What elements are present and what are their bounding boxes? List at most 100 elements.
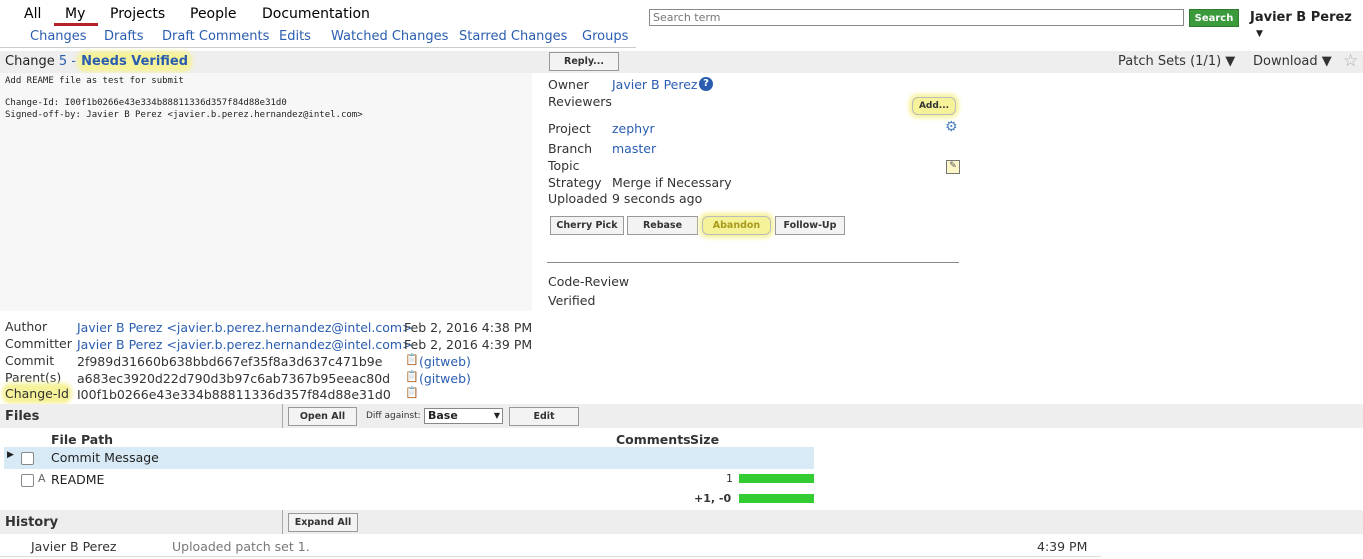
file-size: 1: [726, 472, 733, 485]
project-link[interactable]: zephyr: [612, 121, 655, 136]
triangle-right-icon: ▶: [7, 450, 14, 460]
diff-against-select[interactable]: Base ▼: [424, 408, 503, 424]
committer-date: Feb 2, 2016 4:39 PM: [404, 337, 533, 352]
strategy-label: Strategy: [548, 175, 602, 190]
subnav-draft-comments[interactable]: Draft Comments: [162, 29, 269, 44]
committer-link[interactable]: Javier B Perez <javier.b.perez.hernandez…: [77, 337, 413, 352]
triangle-down-icon: ▼: [1256, 29, 1263, 39]
file-path[interactable]: README: [51, 472, 104, 487]
total-size-bar: [739, 494, 814, 503]
history-time: 4:39 PM: [1037, 539, 1088, 554]
select-arrow-icon: ▼: [493, 411, 500, 420]
commit-subject: Add REAME file as test for submit: [5, 76, 184, 86]
branch-link[interactable]: master: [612, 141, 656, 156]
active-tab-underline: [54, 23, 98, 26]
gear-icon[interactable]: ⚙: [945, 119, 958, 135]
uploaded-value: 9 seconds ago: [612, 191, 703, 206]
change-status: Needs Verified: [80, 54, 190, 69]
file-row-commit-message[interactable]: ▶ Commit Message: [4, 447, 814, 469]
strategy-value: Merge if Necessary: [612, 175, 732, 190]
commit-change-id-line: Change-Id: I00f1b0266e43e334b88811336d35…: [5, 98, 287, 108]
abandon-button[interactable]: Abandon: [702, 216, 771, 235]
subnav-edits[interactable]: Edits: [279, 29, 311, 44]
rebase-button[interactable]: Rebase: [627, 216, 698, 235]
code-review-label: Code-Review: [548, 274, 630, 289]
total-size: +1, -0: [694, 492, 732, 505]
subnav-watched-changes[interactable]: Watched Changes: [331, 29, 448, 44]
file-row-readme[interactable]: A README 1: [4, 469, 814, 491]
nav-documentation[interactable]: Documentation: [262, 6, 370, 22]
subnav-divider: [0, 47, 636, 48]
clipboard-icon[interactable]: 📋: [405, 353, 419, 366]
reviewed-checkbox[interactable]: [21, 452, 34, 465]
comments-header: Comments: [616, 432, 691, 447]
subnav-groups[interactable]: Groups: [582, 29, 628, 44]
subnav-starred-changes[interactable]: Starred Changes: [459, 29, 567, 44]
diff-against-label: Diff against:: [366, 411, 421, 421]
nav-my[interactable]: My: [65, 6, 85, 22]
file-path[interactable]: Commit Message: [51, 450, 159, 465]
commit-message-box: Add REAME file as test for submit Change…: [0, 73, 532, 311]
history-title: History: [5, 515, 59, 530]
owner-link[interactable]: Javier B Perez: [612, 77, 697, 92]
parent-hash: a683ec3920d22d790d3b97c6ab7367b95eeac80d: [77, 371, 391, 386]
project-label: Project: [548, 121, 591, 136]
edit-topic-icon[interactable]: ✎: [946, 160, 960, 174]
author-date: Feb 2, 2016 4:38 PM: [404, 320, 533, 335]
history-section-bar: [0, 510, 1363, 534]
subnav-changes[interactable]: Changes: [30, 29, 87, 44]
commit-hash: 2f989d31660b638bbd667ef35f8a3d637c471b9e: [77, 354, 383, 369]
change-number-link[interactable]: 5: [59, 54, 67, 69]
size-header: Size: [690, 432, 720, 447]
labels-divider: [547, 262, 959, 263]
change-id-label: Change-Id: [5, 386, 69, 401]
reviewers-label: Reviewers: [548, 94, 612, 109]
author-label: Author: [5, 319, 48, 334]
file-status: A: [38, 472, 46, 485]
clipboard-icon[interactable]: 📋: [405, 370, 419, 383]
size-bar: [739, 474, 814, 483]
files-section-bar: [0, 404, 1363, 428]
change-title: Change 5 - Needs Verified: [5, 54, 190, 69]
history-author: Javier B Perez: [31, 539, 117, 554]
search-input[interactable]: [649, 9, 1184, 26]
history-message: Uploaded patch set 1.: [172, 539, 310, 554]
subnav-drafts[interactable]: Drafts: [104, 29, 144, 44]
branch-label: Branch: [548, 141, 593, 156]
clipboard-icon[interactable]: 📋: [405, 386, 419, 399]
help-icon[interactable]: ?: [699, 77, 713, 91]
commit-gitweb-link[interactable]: (gitweb): [419, 354, 471, 369]
user-name: Javier B Perez: [1250, 10, 1352, 25]
add-reviewer-button[interactable]: Add...: [912, 97, 956, 115]
author-link[interactable]: Javier B Perez <javier.b.perez.hernandez…: [77, 320, 413, 335]
commit-label: Commit: [5, 353, 55, 368]
reply-button[interactable]: Reply...: [549, 52, 619, 71]
download-dropdown[interactable]: Download ▼: [1253, 54, 1332, 69]
files-title: Files: [5, 409, 40, 424]
parent-label: Parent(s): [5, 370, 62, 385]
topic-label: Topic: [548, 158, 580, 173]
files-divider: [282, 404, 283, 428]
committer-label: Committer: [5, 336, 72, 351]
open-all-button[interactable]: Open All: [288, 407, 357, 426]
star-icon[interactable]: ☆: [1343, 51, 1358, 71]
parent-gitweb-link[interactable]: (gitweb): [419, 371, 471, 386]
reviewed-checkbox[interactable]: [21, 474, 34, 487]
uploaded-label: Uploaded: [548, 191, 608, 206]
expand-all-button[interactable]: Expand All: [288, 513, 358, 532]
history-divider: [282, 510, 283, 534]
nav-people[interactable]: People: [190, 6, 237, 22]
cherry-pick-button[interactable]: Cherry Pick: [550, 216, 624, 235]
follow-up-button[interactable]: Follow-Up: [775, 216, 845, 235]
change-id-value: I00f1b0266e43e334b88811336d357f84d88e31d…: [77, 387, 391, 402]
search-button[interactable]: Search: [1189, 9, 1239, 27]
history-entry[interactable]: Javier B Perez Uploaded patch set 1. 4:3…: [0, 536, 1101, 557]
nav-all[interactable]: All: [24, 6, 41, 22]
edit-button[interactable]: Edit: [509, 407, 579, 426]
verified-label: Verified: [548, 293, 596, 308]
patch-sets-dropdown[interactable]: Patch Sets (1/1) ▼: [1118, 54, 1235, 69]
owner-label: Owner: [548, 77, 589, 92]
user-menu[interactable]: Javier B Perez ▼: [1250, 10, 1363, 40]
nav-projects[interactable]: Projects: [110, 6, 165, 22]
commit-signed-off-line: Signed-off-by: Javier B Perez <javier.b.…: [5, 110, 363, 120]
